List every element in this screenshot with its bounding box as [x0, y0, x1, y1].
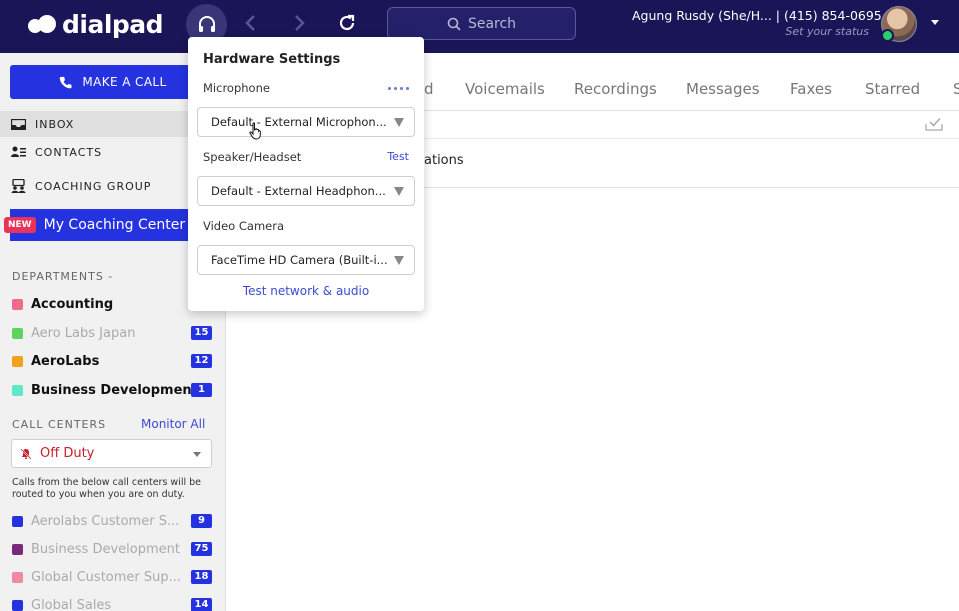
call-center-item[interactable]: Aerolabs Customer S... 9	[12, 511, 212, 531]
set-status-link[interactable]: Set your status	[785, 25, 869, 38]
speaker-select-value: Default - External Headphon...	[211, 184, 386, 198]
call-center-name: Global Customer Sup...	[31, 569, 182, 585]
unread-count-badge: 9	[191, 514, 212, 528]
hand-cursor-icon	[249, 122, 261, 140]
department-color-swatch	[12, 327, 23, 339]
top-bar: dialpad Search Agung Rusdy (She/H... | (…	[0, 0, 959, 53]
search-bar[interactable]: Search	[387, 7, 576, 40]
sidebar-item-label: INBOX	[35, 117, 75, 131]
inbox-icon	[11, 118, 26, 130]
department-name: Accounting	[31, 296, 114, 312]
video-camera-select[interactable]: FaceTime HD Camera (Built-i...	[197, 245, 415, 275]
tab-starred[interactable]: Starred	[865, 80, 920, 98]
refresh-icon[interactable]	[336, 12, 358, 34]
speaker-test-link[interactable]: Test	[387, 150, 409, 163]
sidebar-item-label: CONTACTS	[35, 145, 103, 159]
account-menu-caret-icon[interactable]	[931, 20, 939, 25]
coaching-center-label: My Coaching Center	[43, 217, 186, 233]
tab-messages[interactable]: Messages	[686, 80, 760, 98]
unread-count-badge: 15	[191, 326, 212, 340]
unread-count-badge: 14	[191, 598, 212, 611]
tab-partial[interactable]: d	[424, 80, 434, 98]
tab-overflow[interactable]: S	[953, 80, 959, 98]
department-item[interactable]: Business Development 1	[12, 380, 212, 400]
dropdown-triangle-icon	[394, 187, 404, 196]
make-a-call-label: MAKE A CALL	[82, 75, 167, 89]
tab-voicemails[interactable]: Voicemails	[465, 80, 545, 98]
call-center-item[interactable]: Global Customer Sup... 18	[12, 567, 212, 587]
call-centers-heading: CALL CENTERS	[12, 418, 107, 431]
mark-all-read-icon[interactable]	[925, 117, 943, 131]
video-camera-label: Video Camera	[203, 219, 285, 233]
test-network-audio-link[interactable]: Test network & audio	[188, 284, 424, 298]
presence-indicator	[881, 29, 894, 42]
unread-count-badge: 12	[191, 354, 212, 368]
user-name[interactable]: Agung Rusdy (She/H... | (415) 854-0695	[632, 8, 882, 23]
call-center-color-swatch	[12, 571, 23, 583]
forward-arrow-icon[interactable]	[288, 12, 310, 34]
microphone-select-value: Default - External Microphon...	[211, 115, 387, 129]
department-item[interactable]: AeroLabs 12	[12, 351, 212, 371]
monitor-all-link[interactable]: Monitor All	[141, 417, 205, 431]
call-center-name: Global Sales	[31, 597, 112, 611]
camera-select-value: FaceTime HD Camera (Built-i...	[211, 253, 388, 267]
microphone-select[interactable]: Default - External Microphon...	[197, 107, 415, 137]
speaker-headset-select[interactable]: Default - External Headphon...	[197, 176, 415, 206]
call-center-color-swatch	[12, 515, 23, 527]
department-item[interactable]: Aero Labs Japan 15	[12, 323, 212, 343]
department-name: Business Development	[31, 382, 191, 398]
popover-title: Hardware Settings	[203, 52, 341, 67]
duty-status-select[interactable]: Off Duty	[11, 439, 212, 468]
department-color-swatch	[12, 298, 23, 310]
unread-count-badge: 75	[191, 542, 212, 556]
dropdown-triangle-icon	[394, 118, 404, 127]
call-center-item[interactable]: Global Sales 14	[12, 595, 212, 611]
search-label: Search	[467, 15, 517, 32]
logo-text: dialpad	[62, 9, 164, 39]
sidebar-item-label: COACHING GROUP	[35, 179, 152, 193]
bell-off-icon	[20, 447, 32, 460]
make-a-call-button[interactable]: MAKE A CALL	[10, 65, 216, 99]
dropdown-triangle-icon	[394, 256, 404, 265]
call-center-item[interactable]: Business Development 75	[12, 539, 212, 559]
dialpad-logo-icon	[28, 13, 58, 35]
search-icon	[447, 17, 461, 31]
department-color-swatch	[12, 355, 23, 367]
phone-icon	[60, 76, 72, 88]
call-center-name: Business Development	[31, 541, 180, 557]
unread-count-badge: 1	[191, 383, 212, 397]
microphone-label: Microphone	[203, 81, 270, 95]
department-item[interactable]: Accounting	[12, 294, 212, 314]
tab-recordings[interactable]: Recordings	[574, 80, 657, 98]
call-center-color-swatch	[12, 599, 23, 611]
unread-count-badge: 18	[191, 570, 212, 584]
chevron-down-icon	[193, 452, 201, 457]
dialpad-logo[interactable]: dialpad	[28, 9, 164, 39]
call-center-name: Aerolabs Customer S...	[31, 513, 180, 529]
speaker-headset-label: Speaker/Headset	[203, 150, 302, 164]
notifications-row-text[interactable]: ations	[424, 153, 464, 168]
back-arrow-icon[interactable]	[240, 12, 262, 34]
department-name: Aero Labs Japan	[31, 325, 136, 341]
contacts-icon	[11, 146, 26, 157]
new-badge: NEW	[4, 217, 36, 233]
call-center-color-swatch	[12, 543, 23, 555]
hardware-settings-popover: Hardware Settings Microphone Default - E…	[188, 37, 424, 311]
departments-heading[interactable]: DEPARTMENTS -	[12, 270, 113, 283]
department-name: AeroLabs	[31, 353, 100, 369]
duty-note: Calls from the below call centers will b…	[12, 477, 202, 500]
coaching-group-icon	[11, 179, 26, 193]
tab-faxes[interactable]: Faxes	[790, 80, 832, 98]
headset-icon	[198, 15, 215, 32]
mic-level-indicator-icon	[388, 87, 409, 90]
department-color-swatch	[12, 384, 23, 396]
duty-status-value: Off Duty	[40, 446, 95, 461]
